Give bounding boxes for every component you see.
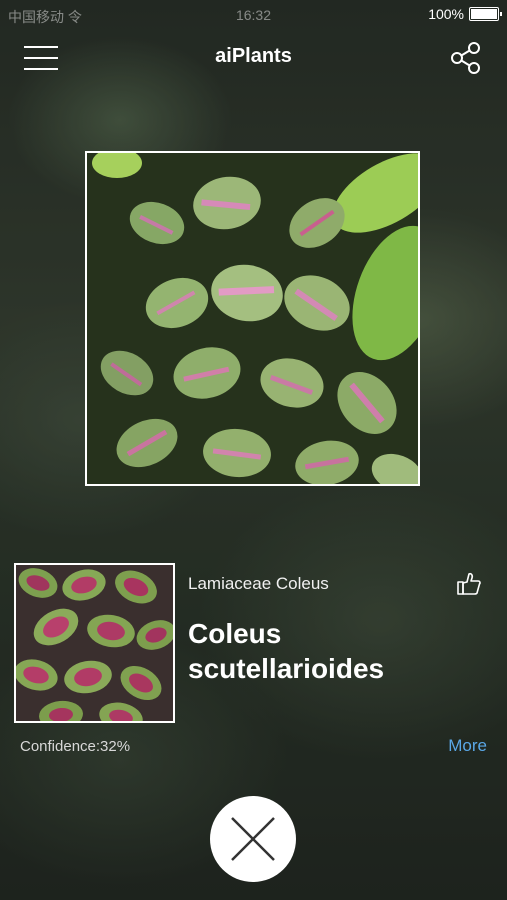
more-link[interactable]: More <box>448 736 487 756</box>
thumbs-up-icon[interactable] <box>455 570 483 598</box>
close-button[interactable] <box>210 796 296 882</box>
battery-icon <box>469 7 502 21</box>
nav-bar: aiPlants <box>0 30 507 86</box>
reference-plant-thumbnail[interactable] <box>14 563 175 723</box>
captured-plant-photo <box>85 151 420 486</box>
plant-species-name: Coleus scutellarioides <box>188 618 385 684</box>
coleus-photo-graphic <box>87 153 418 484</box>
close-x-icon <box>231 817 275 861</box>
status-bar: 中国移动 令 16:32 100% <box>0 0 507 30</box>
page-title: aiPlants <box>215 45 292 67</box>
battery-percent: 100% <box>428 6 464 22</box>
share-icon[interactable] <box>449 41 483 75</box>
confidence-label: Confidence:32% <box>20 738 131 755</box>
coleus-thumbnail-graphic <box>16 565 173 721</box>
battery-indicator: 100% <box>428 6 502 22</box>
plant-family-label: Lamiaceae Coleus <box>188 574 329 593</box>
